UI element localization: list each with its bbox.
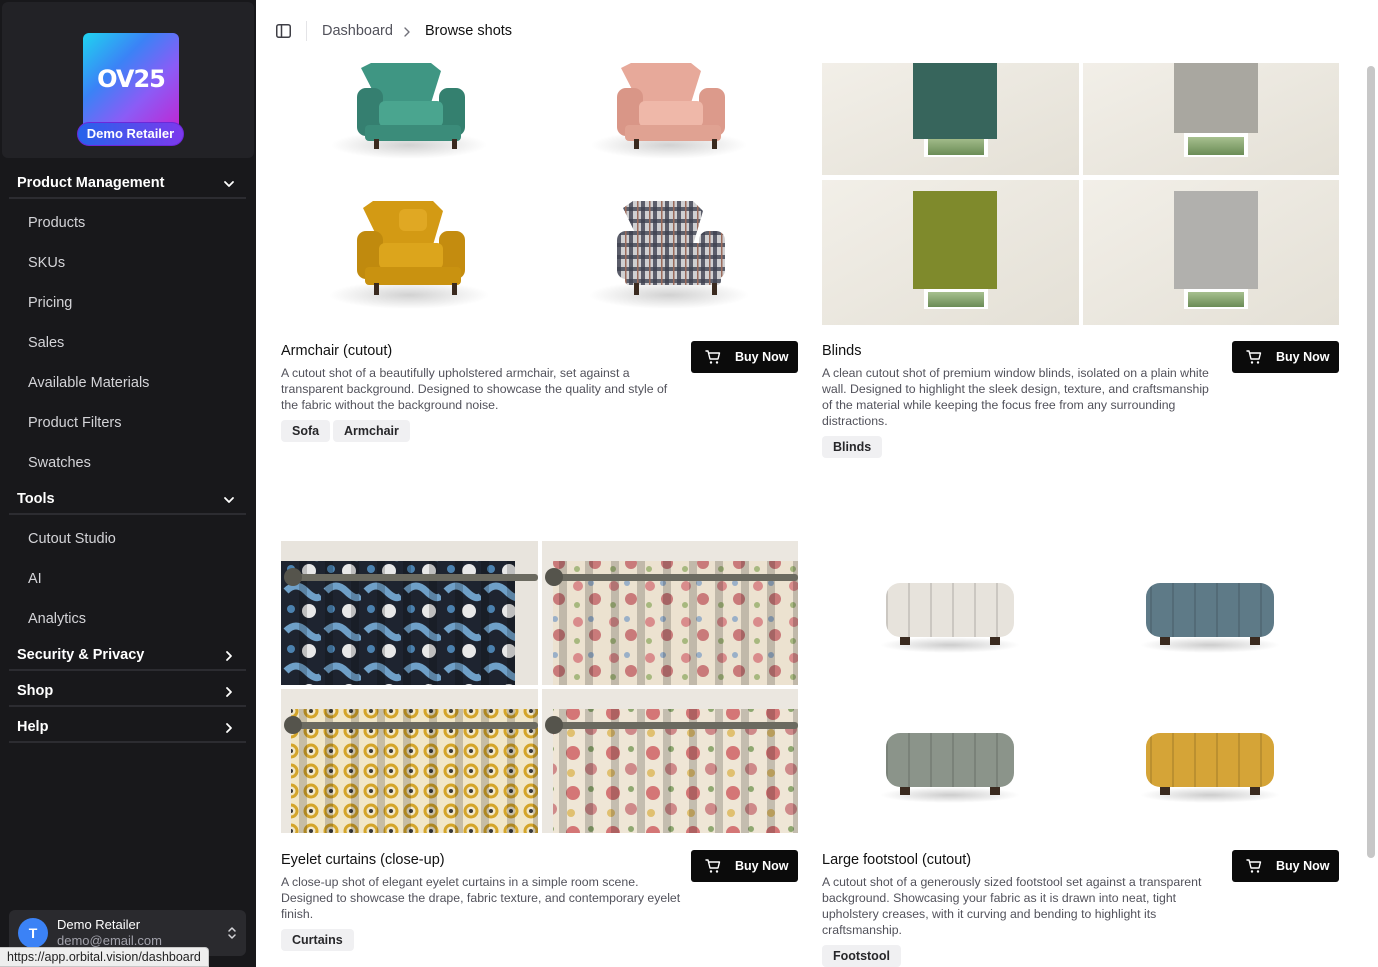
sidebar-item-cutout-studio[interactable]: Cutout Studio <box>9 523 246 555</box>
cart-icon <box>705 350 721 364</box>
buy-now-button[interactable]: Buy Now <box>1232 850 1339 882</box>
blind-olive <box>913 191 997 289</box>
armchair-teal <box>331 63 487 159</box>
nav-group-product-management[interactable]: Product Management <box>9 169 246 199</box>
chevron-right-icon <box>226 723 232 733</box>
sidebar-item-analytics[interactable]: Analytics <box>9 603 246 635</box>
sidebar-item-sales[interactable]: Sales <box>9 327 246 359</box>
nav-group-label: Product Management <box>17 175 165 191</box>
top-header: Dashboard Browse shots <box>256 0 1378 62</box>
tag-armchair[interactable]: Armchair <box>333 420 410 442</box>
blinds-variants-image <box>822 63 1339 325</box>
chevron-down-icon <box>224 497 234 503</box>
tag-curtains[interactable]: Curtains <box>281 929 354 951</box>
header-divider <box>306 21 307 41</box>
footstool-mustard <box>1140 733 1280 803</box>
card-title[interactable]: Armchair (cutout) <box>281 343 392 359</box>
breadcrumb-dashboard[interactable]: Dashboard <box>322 23 393 39</box>
armchair-mustard <box>329 201 489 309</box>
card-title[interactable]: Large footstool (cutout) <box>822 852 971 868</box>
sidebar-item-label: AI <box>28 571 42 587</box>
sidebar-item-products[interactable]: Products <box>9 207 246 239</box>
footstool-blue <box>1140 583 1280 653</box>
nav-group-tools[interactable]: Tools <box>9 485 246 515</box>
footstool-variants-image <box>880 583 1280 803</box>
sidebar-item-label: Sales <box>28 335 65 351</box>
blind-green-velvet <box>913 63 997 139</box>
card-title[interactable]: Blinds <box>822 343 862 359</box>
avatar: T <box>18 918 48 948</box>
sidebar-item-label: Swatches <box>28 455 91 471</box>
sidebar-item-label: Available Materials <box>28 375 150 391</box>
cart-icon <box>1246 859 1262 873</box>
card-description: A clean cutout shot of premium window bl… <box>822 366 1209 428</box>
card-description: A cutout shot of a beautifully upholster… <box>281 366 668 412</box>
cart-icon <box>1246 350 1262 364</box>
curtains-variants-image <box>281 541 798 833</box>
sidebar-item-label: SKUs <box>28 255 66 271</box>
user-name: Demo Retailer <box>57 917 141 932</box>
footstool-cream <box>880 583 1020 653</box>
armchair-shot-grid[interactable] <box>281 63 798 325</box>
sidebar-item-available-materials[interactable]: Available Materials <box>9 367 246 399</box>
chevrons-up-down-icon <box>228 927 236 939</box>
main-scrollbar[interactable] <box>1364 62 1378 967</box>
buy-now-label: Buy Now <box>1276 859 1330 873</box>
sidebar-item-pricing[interactable]: Pricing <box>9 287 246 319</box>
armchair-plaid <box>589 201 749 309</box>
sidebar-item-product-filters[interactable]: Product Filters <box>9 407 246 439</box>
nav-group-label: Tools <box>17 491 55 507</box>
scrollbar-thumb[interactable] <box>1367 66 1375 858</box>
blind-grey <box>1174 63 1258 133</box>
sidebar-item-label: Pricing <box>28 295 73 311</box>
chevron-right-icon <box>404 27 410 37</box>
nav-group-security-privacy[interactable]: Security & Privacy <box>9 641 246 671</box>
blind-silver <box>1174 191 1258 289</box>
chevron-down-icon <box>224 181 234 187</box>
armchair-variants-image <box>329 63 749 309</box>
status-bar-url: https://app.orbital.vision/dashboard <box>0 947 209 967</box>
sidebar-item-label: Product Filters <box>28 415 122 431</box>
sidebar: OV25 Demo Retailer Product Management Pr… <box>0 0 256 967</box>
chevron-right-icon <box>226 651 232 661</box>
logo-text: OV25 <box>97 65 166 93</box>
tag-sofa[interactable]: Sofa <box>281 420 331 442</box>
sidebar-item-swatches[interactable]: Swatches <box>9 447 246 479</box>
footstool-shot-grid[interactable] <box>822 541 1339 833</box>
footstool-sage <box>880 733 1020 803</box>
nav-group-label: Help <box>17 719 49 735</box>
tag-blinds[interactable]: Blinds <box>822 436 883 458</box>
blinds-shot-grid[interactable] <box>822 63 1339 325</box>
card-description: A close-up shot of elegant eyelet curtai… <box>281 875 681 921</box>
buy-now-label: Buy Now <box>1276 350 1330 364</box>
nav-group-shop[interactable]: Shop <box>9 677 246 707</box>
card-description: A cutout shot of a generously sized foot… <box>822 875 1202 937</box>
buy-now-button[interactable]: Buy Now <box>1232 341 1339 373</box>
sidebar-item-ai[interactable]: AI <box>9 563 246 595</box>
buy-now-button[interactable]: Buy Now <box>691 850 798 882</box>
curtains-shot-grid[interactable] <box>281 541 798 833</box>
brand-panel: OV25 Demo Retailer <box>2 2 254 158</box>
nav-group-help[interactable]: Help <box>9 713 246 743</box>
sidebar-toggle-icon[interactable] <box>276 24 291 38</box>
sidebar-item-label: Analytics <box>28 611 87 627</box>
ov25-logo[interactable]: OV25 <box>83 33 179 129</box>
tag-footstool[interactable]: Footstool <box>822 945 901 967</box>
cart-icon <box>705 859 721 873</box>
armchair-pink <box>591 63 747 159</box>
nav-group-label: Security & Privacy <box>17 647 145 663</box>
retailer-badge[interactable]: Demo Retailer <box>77 122 184 146</box>
user-email: demo@email.com <box>57 933 162 948</box>
breadcrumb-current: Browse shots <box>425 23 513 39</box>
nav-group-label: Shop <box>17 683 54 699</box>
sidebar-item-label: Products <box>28 215 86 231</box>
sidebar-item-label: Cutout Studio <box>28 531 116 547</box>
buy-now-button[interactable]: Buy Now <box>691 341 798 373</box>
buy-now-label: Buy Now <box>735 859 789 873</box>
card-title[interactable]: Eyelet curtains (close-up) <box>281 852 445 868</box>
chevron-right-icon <box>226 687 232 697</box>
sidebar-item-skus[interactable]: SKUs <box>9 247 246 279</box>
buy-now-label: Buy Now <box>735 350 789 364</box>
